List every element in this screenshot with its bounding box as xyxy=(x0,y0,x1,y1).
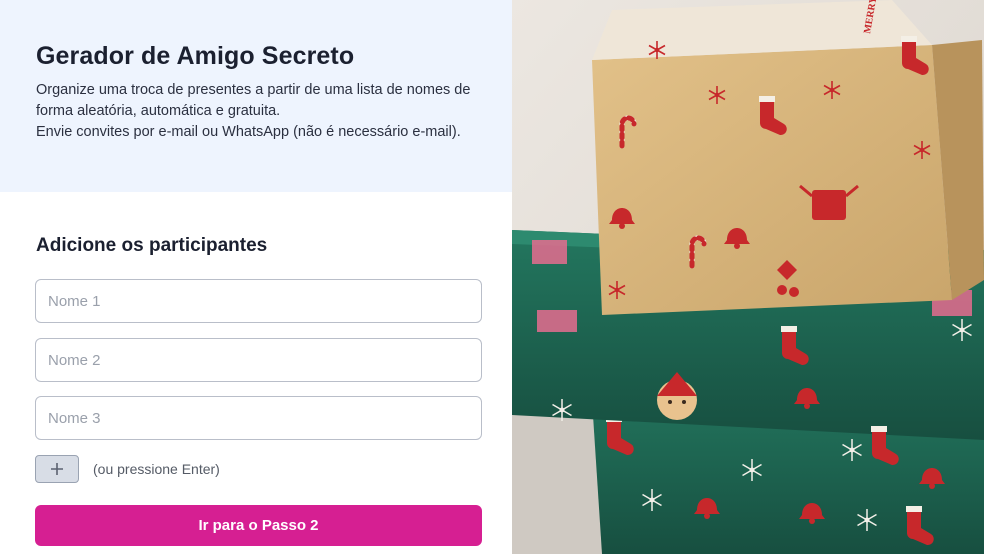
participant-name-3-input[interactable] xyxy=(35,396,482,440)
participants-heading: Adicione os participantes xyxy=(36,235,268,256)
page-title: Gerador de Amigo Secreto xyxy=(36,42,355,70)
participant-name-2-input[interactable] xyxy=(35,338,482,382)
description-line-1: Organize uma troca de presentes a partir… xyxy=(36,82,471,119)
gift-stack-photo: MERRY CHRISTMAS xyxy=(512,0,984,554)
page-description: Organize uma troca de presentes a partir… xyxy=(36,80,496,143)
add-participant-hint: (ou pressione Enter) xyxy=(93,461,220,477)
gift-boxes-illustration: MERRY CHRISTMAS xyxy=(512,0,984,554)
next-step-button[interactable]: Ir para o Passo 2 xyxy=(35,505,482,546)
description-line-2: Envie convites por e-mail ou WhatsApp (n… xyxy=(36,124,461,140)
form-panel: Gerador de Amigo Secreto Organize uma tr… xyxy=(0,0,512,554)
participant-name-1-input[interactable] xyxy=(35,279,482,323)
top-kraft-gift xyxy=(592,0,984,315)
add-participant-button[interactable] xyxy=(35,455,79,483)
hero-banner: Gerador de Amigo Secreto Organize uma tr… xyxy=(0,0,512,192)
plus-icon xyxy=(51,463,63,475)
